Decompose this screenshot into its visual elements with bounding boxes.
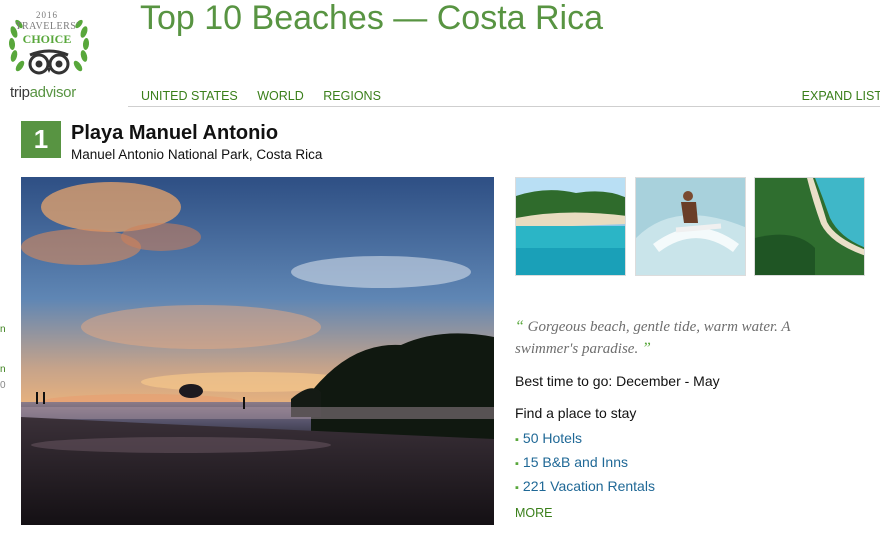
more-link[interactable]: MORE bbox=[515, 506, 553, 520]
region-nav: UNITED STATES WORLD REGIONS bbox=[141, 89, 397, 103]
list-item: ▪ 15 B&B and Inns bbox=[515, 451, 655, 475]
main-beach-photo[interactable] bbox=[21, 177, 494, 525]
beach-name[interactable]: Playa Manuel Antonio bbox=[71, 122, 278, 145]
logo-advisor: advisor bbox=[29, 84, 77, 101]
page-title: Top 10 Beaches — Costa Rica bbox=[140, 0, 604, 37]
tripadvisor-logo: tripadvisor bbox=[10, 84, 76, 101]
beach-location: Manuel Antonio National Park, Costa Rica bbox=[71, 147, 323, 162]
stay-options-list: ▪ 50 Hotels ▪ 15 B&B and Inns ▪ 221 Vacatio… bbox=[515, 427, 655, 499]
best-time-to-go: Best time to go: December - May bbox=[515, 373, 720, 389]
bullet-icon: ▪ bbox=[515, 482, 519, 494]
thumbnail-surfer[interactable] bbox=[635, 177, 746, 276]
travelers-choice-badge: 2016 TRAVELERS' CHOICE tripadvisor bbox=[2, 2, 110, 102]
header-divider bbox=[128, 106, 880, 107]
nav-regions[interactable]: REGIONS bbox=[323, 89, 381, 103]
hotels-link[interactable]: 50 Hotels bbox=[523, 430, 582, 446]
edge-fragment: n bbox=[0, 364, 6, 375]
find-place-to-stay-heading: Find a place to stay bbox=[515, 405, 637, 421]
vacation-rentals-link[interactable]: 221 Vacation Rentals bbox=[523, 478, 655, 494]
quote-open-mark: “ bbox=[515, 318, 524, 335]
logo-trip: trip bbox=[10, 84, 30, 101]
nav-united-states[interactable]: UNITED STATES bbox=[141, 89, 238, 103]
rank-badge: 1 bbox=[21, 121, 61, 158]
owl-eyes-icon bbox=[28, 49, 70, 75]
bnb-inns-link[interactable]: 15 B&B and Inns bbox=[523, 454, 628, 470]
beach-quote: “ Gorgeous beach, gentle tide, warm wate… bbox=[515, 316, 845, 360]
edge-fragment: n bbox=[0, 324, 6, 335]
list-item: ▪ 50 Hotels bbox=[515, 427, 655, 451]
badge-travelers-text: TRAVELERS' bbox=[15, 21, 79, 32]
thumbnail-beach-cove[interactable] bbox=[515, 177, 626, 276]
quote-text: Gorgeous beach, gentle tide, warm water.… bbox=[515, 319, 791, 357]
quote-close-mark: ” bbox=[641, 340, 651, 357]
thumbnail-aerial-coast[interactable] bbox=[754, 177, 865, 276]
nav-world[interactable]: WORLD bbox=[257, 89, 304, 103]
badge-year: 2016 bbox=[36, 10, 58, 20]
bullet-icon: ▪ bbox=[515, 434, 519, 446]
edge-fragment: 0 bbox=[0, 380, 6, 391]
expand-list-link[interactable]: EXPAND LIST bbox=[802, 89, 880, 103]
badge-choice-text: CHOICE bbox=[22, 32, 72, 46]
list-item: ▪ 221 Vacation Rentals bbox=[515, 475, 655, 499]
bullet-icon: ▪ bbox=[515, 458, 519, 470]
